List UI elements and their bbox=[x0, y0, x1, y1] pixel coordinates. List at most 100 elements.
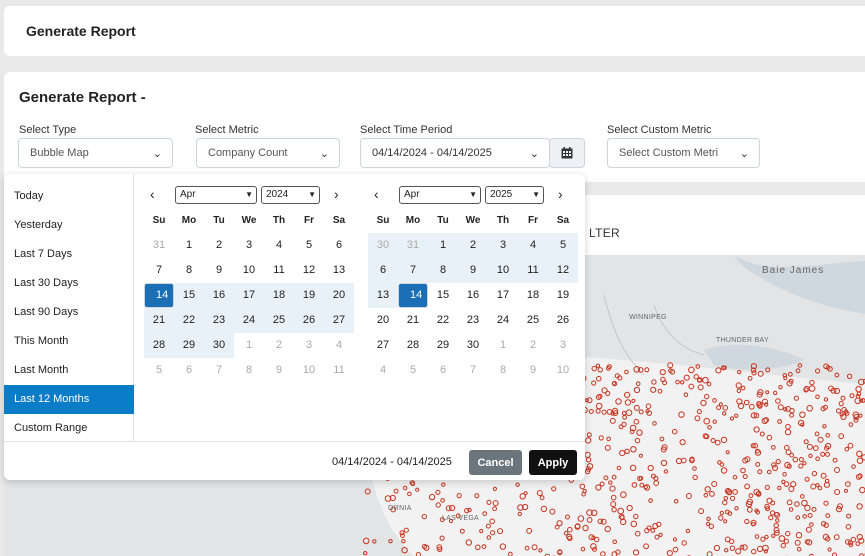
calendar-day[interactable]: 5 bbox=[548, 233, 578, 258]
calendar-day[interactable]: 24 bbox=[234, 308, 264, 333]
calendar-day[interactable]: 29 bbox=[428, 333, 458, 358]
calendar-day[interactable]: 10 bbox=[294, 358, 324, 383]
calendar-day[interactable]: 28 bbox=[144, 333, 174, 358]
calendar-day[interactable]: 4 bbox=[368, 358, 398, 383]
calendar-day[interactable]: 30 bbox=[458, 333, 488, 358]
calendar-day[interactable]: 7 bbox=[398, 258, 428, 283]
calendar-day[interactable]: 1 bbox=[428, 233, 458, 258]
calendar-day[interactable]: 21 bbox=[398, 308, 428, 333]
calendar-day[interactable]: 4 bbox=[264, 233, 294, 258]
calendar-day[interactable]: 23 bbox=[204, 308, 234, 333]
calendar-day[interactable]: 12 bbox=[294, 258, 324, 283]
calendar-day[interactable]: 6 bbox=[368, 258, 398, 283]
calendar-day[interactable]: 10 bbox=[548, 358, 578, 383]
calendar-day[interactable]: 9 bbox=[518, 358, 548, 383]
calendar-day[interactable]: 29 bbox=[174, 333, 204, 358]
calendar-day[interactable]: 3 bbox=[234, 233, 264, 258]
range-option[interactable]: This Month bbox=[4, 327, 134, 356]
calendar-day[interactable]: 6 bbox=[428, 358, 458, 383]
calendar-day[interactable]: 26 bbox=[294, 308, 324, 333]
calendar-day[interactable]: 27 bbox=[368, 333, 398, 358]
year-select-left[interactable]: 2024 ▼ bbox=[261, 186, 320, 204]
next-month-button[interactable]: › bbox=[558, 186, 563, 202]
calendar-day[interactable]: 22 bbox=[174, 308, 204, 333]
calendar-day[interactable]: 13 bbox=[368, 283, 398, 308]
calendar-day[interactable]: 11 bbox=[324, 358, 354, 383]
calendar-day[interactable]: 7 bbox=[204, 358, 234, 383]
next-month-button[interactable]: › bbox=[334, 186, 339, 202]
calendar-day[interactable]: 1 bbox=[234, 333, 264, 358]
range-option[interactable]: Last 90 Days bbox=[4, 298, 134, 327]
custom-metric-select[interactable]: Select Custom Metri ⌄ bbox=[607, 138, 760, 168]
calendar-day[interactable]: 14 bbox=[398, 283, 428, 308]
calendar-day[interactable]: 8 bbox=[488, 358, 518, 383]
calendar-day[interactable]: 6 bbox=[324, 233, 354, 258]
calendar-day[interactable]: 14 bbox=[144, 283, 174, 308]
period-select[interactable]: 04/14/2024 - 04/14/2025 ⌄ bbox=[360, 138, 550, 168]
calendar-day[interactable]: 20 bbox=[324, 283, 354, 308]
calendar-day[interactable]: 2 bbox=[264, 333, 294, 358]
range-option[interactable]: Last 30 Days bbox=[4, 269, 134, 298]
calendar-day[interactable]: 13 bbox=[324, 258, 354, 283]
year-select-right[interactable]: 2025 ▼ bbox=[485, 186, 544, 204]
calendar-day[interactable]: 22 bbox=[428, 308, 458, 333]
calendar-day[interactable]: 26 bbox=[548, 308, 578, 333]
calendar-day[interactable]: 16 bbox=[458, 283, 488, 308]
calendar-day[interactable]: 5 bbox=[144, 358, 174, 383]
range-option[interactable]: Yesterday bbox=[4, 211, 134, 240]
calendar-day[interactable]: 19 bbox=[294, 283, 324, 308]
calendar-day[interactable]: 11 bbox=[264, 258, 294, 283]
calendar-day[interactable]: 2 bbox=[458, 233, 488, 258]
calendar-day[interactable]: 30 bbox=[368, 233, 398, 258]
calendar-day[interactable]: 9 bbox=[458, 258, 488, 283]
month-select-right[interactable]: Apr ▼ bbox=[399, 186, 481, 204]
calendar-day[interactable]: 5 bbox=[398, 358, 428, 383]
apply-button[interactable]: Apply bbox=[529, 450, 577, 475]
month-select-left[interactable]: Apr ▼ bbox=[175, 186, 257, 204]
metric-select[interactable]: Company Count ⌄ bbox=[196, 138, 340, 168]
calendar-day[interactable]: 4 bbox=[324, 333, 354, 358]
calendar-day[interactable]: 18 bbox=[518, 283, 548, 308]
calendar-day[interactable]: 19 bbox=[548, 283, 578, 308]
calendar-day[interactable]: 16 bbox=[204, 283, 234, 308]
calendar-day[interactable]: 15 bbox=[174, 283, 204, 308]
calendar-day[interactable]: 6 bbox=[174, 358, 204, 383]
calendar-day[interactable]: 31 bbox=[398, 233, 428, 258]
type-select[interactable]: Bubble Map ⌄ bbox=[18, 138, 173, 168]
calendar-day[interactable]: 31 bbox=[144, 233, 174, 258]
range-option[interactable]: Today bbox=[4, 182, 134, 211]
calendar-day[interactable]: 4 bbox=[518, 233, 548, 258]
calendar-day[interactable]: 30 bbox=[204, 333, 234, 358]
calendar-button[interactable] bbox=[549, 138, 585, 168]
prev-month-button[interactable]: ‹ bbox=[150, 186, 155, 202]
range-option[interactable]: Custom Range bbox=[4, 414, 134, 443]
calendar-day[interactable]: 3 bbox=[294, 333, 324, 358]
range-option[interactable]: Last Month bbox=[4, 356, 134, 385]
calendar-day[interactable]: 10 bbox=[234, 258, 264, 283]
calendar-day[interactable]: 17 bbox=[234, 283, 264, 308]
calendar-day[interactable]: 18 bbox=[264, 283, 294, 308]
calendar-day[interactable]: 21 bbox=[144, 308, 174, 333]
calendar-day[interactable]: 8 bbox=[428, 258, 458, 283]
calendar-day[interactable]: 12 bbox=[548, 258, 578, 283]
calendar-day[interactable]: 15 bbox=[428, 283, 458, 308]
calendar-day[interactable]: 9 bbox=[264, 358, 294, 383]
calendar-day[interactable]: 3 bbox=[548, 333, 578, 358]
calendar-day[interactable]: 8 bbox=[234, 358, 264, 383]
calendar-day[interactable]: 5 bbox=[294, 233, 324, 258]
calendar-day[interactable]: 2 bbox=[204, 233, 234, 258]
calendar-day[interactable]: 7 bbox=[458, 358, 488, 383]
calendar-day[interactable]: 7 bbox=[144, 258, 174, 283]
calendar-day[interactable]: 9 bbox=[204, 258, 234, 283]
calendar-day[interactable]: 24 bbox=[488, 308, 518, 333]
calendar-day[interactable]: 11 bbox=[518, 258, 548, 283]
cancel-button[interactable]: Cancel bbox=[469, 450, 522, 475]
range-option[interactable]: Last 12 Months bbox=[4, 385, 134, 414]
calendar-day[interactable]: 2 bbox=[518, 333, 548, 358]
calendar-day[interactable]: 17 bbox=[488, 283, 518, 308]
range-option[interactable]: Last 7 Days bbox=[4, 240, 134, 269]
calendar-day[interactable]: 10 bbox=[488, 258, 518, 283]
calendar-day[interactable]: 1 bbox=[174, 233, 204, 258]
calendar-day[interactable]: 23 bbox=[458, 308, 488, 333]
calendar-day[interactable]: 25 bbox=[518, 308, 548, 333]
